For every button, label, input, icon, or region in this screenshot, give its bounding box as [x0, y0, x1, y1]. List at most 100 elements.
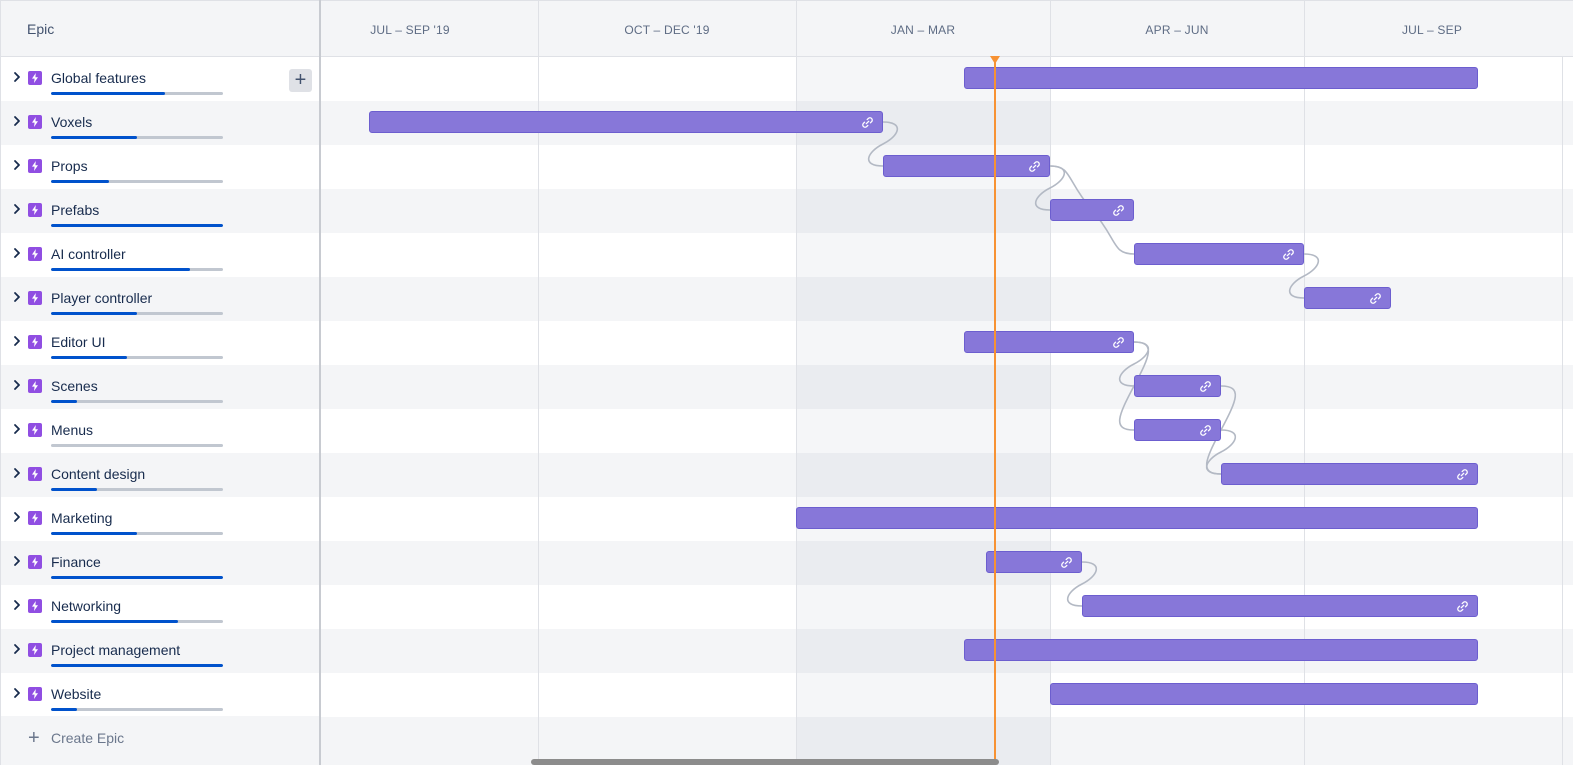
chevron-right-icon[interactable] — [11, 379, 23, 391]
chevron-right-icon[interactable] — [11, 247, 23, 259]
link-icon — [1113, 337, 1124, 348]
horizontal-scrollbar[interactable] — [531, 759, 999, 765]
epic-name[interactable]: Finance — [51, 554, 101, 570]
link-icon — [862, 117, 873, 128]
epic-bar[interactable] — [1221, 463, 1478, 485]
epic-progress-fill — [51, 312, 137, 315]
chevron-right-icon[interactable] — [11, 335, 23, 347]
epic-progress-fill — [51, 180, 110, 183]
epic-name[interactable]: Scenes — [51, 378, 98, 394]
epic-name[interactable]: Props — [51, 158, 88, 174]
chevron-right-icon[interactable] — [11, 643, 23, 655]
epic-name[interactable]: Marketing — [51, 510, 112, 526]
epic-progress-fill — [51, 620, 179, 623]
epic-row[interactable]: AI controller — [0, 233, 319, 277]
chevron-right-icon[interactable] — [11, 115, 23, 127]
epic-row[interactable]: Editor UI — [0, 321, 319, 365]
chevron-right-icon[interactable] — [11, 291, 23, 303]
epic-lightning-icon — [28, 599, 42, 613]
epic-progress-fill — [51, 576, 223, 579]
link-icon — [1457, 469, 1468, 480]
epic-name[interactable]: Project management — [51, 642, 180, 658]
link-icon — [1029, 161, 1040, 172]
epic-bar[interactable] — [964, 331, 1134, 353]
link-icon — [1061, 557, 1072, 568]
add-child-button[interactable]: + — [289, 69, 312, 92]
epic-lightning-icon — [28, 467, 42, 481]
epic-bar[interactable] — [964, 639, 1478, 661]
epic-name[interactable]: Website — [51, 686, 101, 702]
epic-name[interactable]: Menus — [51, 422, 93, 438]
epic-name[interactable]: Editor UI — [51, 334, 105, 350]
epic-row[interactable]: Player controller — [0, 277, 319, 321]
chevron-right-icon[interactable] — [11, 71, 23, 83]
epic-bar[interactable] — [796, 507, 1478, 529]
epic-bar[interactable] — [986, 551, 1082, 573]
link-icon — [1200, 381, 1211, 392]
sidebar-header: Epic — [0, 0, 319, 57]
epic-bar[interactable] — [1050, 683, 1478, 705]
epic-row[interactable]: Content design — [0, 453, 319, 497]
epic-row[interactable]: Networking — [0, 585, 319, 629]
epic-bar[interactable] — [1082, 595, 1478, 617]
chevron-right-icon[interactable] — [11, 687, 23, 699]
epic-bar[interactable] — [964, 67, 1478, 89]
epic-column-header: Epic — [27, 21, 55, 37]
epic-name[interactable]: Content design — [51, 466, 145, 482]
epic-row[interactable]: Marketing — [0, 497, 319, 541]
epic-bar[interactable] — [1134, 375, 1221, 397]
epic-bar[interactable] — [1050, 199, 1134, 221]
epic-progress-bar — [51, 400, 223, 403]
epic-bar[interactable] — [883, 155, 1050, 177]
chevron-right-icon[interactable] — [11, 555, 23, 567]
epic-progress-bar — [51, 576, 223, 579]
epic-bar[interactable] — [1304, 287, 1391, 309]
epic-bar[interactable] — [369, 111, 883, 133]
plus-icon: + — [28, 727, 40, 749]
epic-progress-fill — [51, 92, 165, 95]
chevron-right-icon[interactable] — [11, 599, 23, 611]
epic-row[interactable]: Scenes — [0, 365, 319, 409]
create-epic-button[interactable]: + Create Epic — [0, 716, 319, 765]
epic-name[interactable]: AI controller — [51, 246, 126, 262]
epic-lightning-icon — [28, 379, 42, 393]
epic-progress-fill — [51, 532, 137, 535]
epic-lightning-icon — [28, 159, 42, 173]
epic-row[interactable]: Global features + — [0, 57, 319, 101]
epic-lightning-icon — [28, 511, 42, 525]
epic-row[interactable]: Website — [0, 673, 319, 717]
epic-row[interactable]: Voxels — [0, 101, 319, 145]
epic-name[interactable]: Voxels — [51, 114, 92, 130]
epic-progress-bar — [51, 708, 223, 711]
epic-lightning-icon — [28, 643, 42, 657]
epic-progress-fill — [51, 664, 223, 667]
epic-lightning-icon — [28, 555, 42, 569]
today-line — [994, 57, 996, 765]
epic-bar[interactable] — [1134, 419, 1221, 441]
epic-row[interactable]: Project management — [0, 629, 319, 673]
epic-name[interactable]: Global features — [51, 70, 146, 86]
epic-progress-fill — [51, 224, 223, 227]
link-icon — [1370, 293, 1381, 304]
epic-name[interactable]: Player controller — [51, 290, 152, 306]
epic-row[interactable]: Menus — [0, 409, 319, 453]
epic-progress-fill — [51, 268, 191, 271]
epic-lightning-icon — [28, 291, 42, 305]
chevron-right-icon[interactable] — [11, 203, 23, 215]
epic-row[interactable]: Props — [0, 145, 319, 189]
epic-bar[interactable] — [1134, 243, 1304, 265]
epic-name[interactable]: Networking — [51, 598, 121, 614]
link-icon — [1113, 205, 1124, 216]
epic-row[interactable]: Prefabs — [0, 189, 319, 233]
epic-name[interactable]: Prefabs — [51, 202, 99, 218]
chevron-right-icon[interactable] — [11, 423, 23, 435]
link-icon — [1457, 601, 1468, 612]
chevron-right-icon[interactable] — [11, 159, 23, 171]
chevron-right-icon[interactable] — [11, 467, 23, 479]
chevron-right-icon[interactable] — [11, 511, 23, 523]
link-icon — [1283, 249, 1294, 260]
epic-lightning-icon — [28, 423, 42, 437]
timeline: JUL – SEP '19 OCT – DEC '19 JAN – MAR APR –… — [321, 0, 1573, 765]
roadmap-app: Epic Global features + Voxels Props Prefabs A… — [0, 0, 1573, 765]
epic-row[interactable]: Finance — [0, 541, 319, 585]
